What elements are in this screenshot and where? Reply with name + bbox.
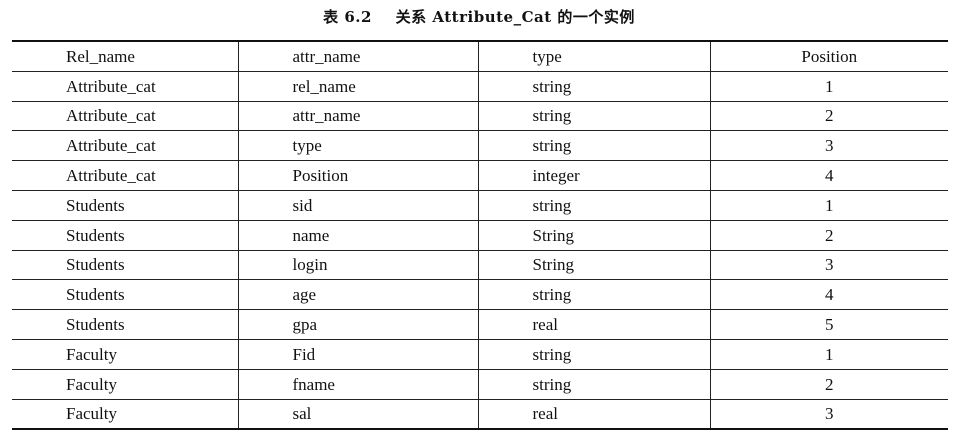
cell-attr-name: attr_name xyxy=(237,100,479,132)
cell-type: string xyxy=(477,100,711,132)
cell-type: string xyxy=(477,338,711,370)
attribute-cat-table: Rel_name attr_name type Position Attribu… xyxy=(12,40,948,430)
cell-attr-name: name xyxy=(237,219,479,251)
cell-type: string xyxy=(477,279,711,311)
cell-position: 2 xyxy=(709,219,948,251)
table-row: Students login String 3 xyxy=(12,249,948,281)
cell-position: 3 xyxy=(709,249,948,281)
table-row: Students name String 2 xyxy=(12,219,948,251)
cell-rel-name: Faculty xyxy=(12,338,239,370)
cell-position: 2 xyxy=(709,100,948,132)
cell-position: 3 xyxy=(709,398,948,430)
table-row: Faculty fname string 2 xyxy=(12,368,948,400)
cell-attr-name: fname xyxy=(237,368,479,400)
cell-attr-name: sal xyxy=(237,398,479,430)
cell-type: real xyxy=(477,309,711,340)
table-header: Rel_name attr_name type Position xyxy=(12,40,948,72)
column-header-rel-name: Rel_name xyxy=(12,40,239,72)
caption-title: 关系 Attribute_Cat 的一个实例 xyxy=(395,8,635,26)
header-row: Rel_name attr_name type Position xyxy=(12,40,948,72)
cell-position: 3 xyxy=(709,130,948,162)
cell-position: 4 xyxy=(709,160,948,191)
cell-rel-name: Attribute_cat xyxy=(12,70,239,102)
table-row: Attribute_cat rel_name string 1 xyxy=(12,70,948,102)
cell-attr-name: rel_name xyxy=(237,70,479,102)
cell-type: String xyxy=(477,249,711,281)
table-row: Students age string 4 xyxy=(12,279,948,311)
cell-position: 4 xyxy=(709,279,948,311)
cell-type: string xyxy=(477,130,711,162)
cell-rel-name: Students xyxy=(12,249,239,281)
cell-position: 5 xyxy=(709,309,948,340)
cell-position: 1 xyxy=(709,189,948,221)
cell-type: string xyxy=(477,70,711,102)
caption-label: 表 6.2 xyxy=(323,8,372,26)
cell-attr-name: Fid xyxy=(237,338,479,370)
cell-position: 1 xyxy=(709,338,948,370)
cell-rel-name: Students xyxy=(12,309,239,340)
cell-rel-name: Students xyxy=(12,189,239,221)
cell-rel-name: Students xyxy=(12,219,239,251)
table-body: Attribute_cat rel_name string 1 Attribute_ca… xyxy=(12,70,948,430)
column-header-position: Position xyxy=(709,40,948,72)
cell-attr-name: sid xyxy=(237,189,479,221)
cell-rel-name: Students xyxy=(12,279,239,311)
column-header-attr-name: attr_name xyxy=(237,40,479,72)
cell-attr-name: gpa xyxy=(237,309,479,340)
table-row: Faculty sal real 3 xyxy=(12,398,948,430)
cell-position: 2 xyxy=(709,368,948,400)
table-caption: 表 6.2 关系 Attribute_Cat 的一个实例 xyxy=(0,6,958,27)
cell-position: 1 xyxy=(709,70,948,102)
cell-type: String xyxy=(477,219,711,251)
cell-attr-name: age xyxy=(237,279,479,311)
cell-type: string xyxy=(477,189,711,221)
table-row: Students sid string 1 xyxy=(12,189,948,221)
cell-attr-name: login xyxy=(237,249,479,281)
cell-type: integer xyxy=(477,160,711,191)
table-row: Attribute_cat attr_name string 2 xyxy=(12,100,948,132)
cell-attr-name: type xyxy=(237,130,479,162)
cell-attr-name: Position xyxy=(237,160,479,191)
table-row: Students gpa real 5 xyxy=(12,309,948,340)
cell-rel-name: Attribute_cat xyxy=(12,130,239,162)
cell-type: string xyxy=(477,368,711,400)
cell-type: real xyxy=(477,398,711,430)
cell-rel-name: Faculty xyxy=(12,368,239,400)
cell-rel-name: Attribute_cat xyxy=(12,160,239,191)
table-row: Attribute_cat type string 3 xyxy=(12,130,948,162)
column-header-type: type xyxy=(477,40,711,72)
table-row: Faculty Fid string 1 xyxy=(12,338,948,370)
cell-rel-name: Attribute_cat xyxy=(12,100,239,132)
table-row: Attribute_cat Position integer 4 xyxy=(12,160,948,191)
cell-rel-name: Faculty xyxy=(12,398,239,430)
